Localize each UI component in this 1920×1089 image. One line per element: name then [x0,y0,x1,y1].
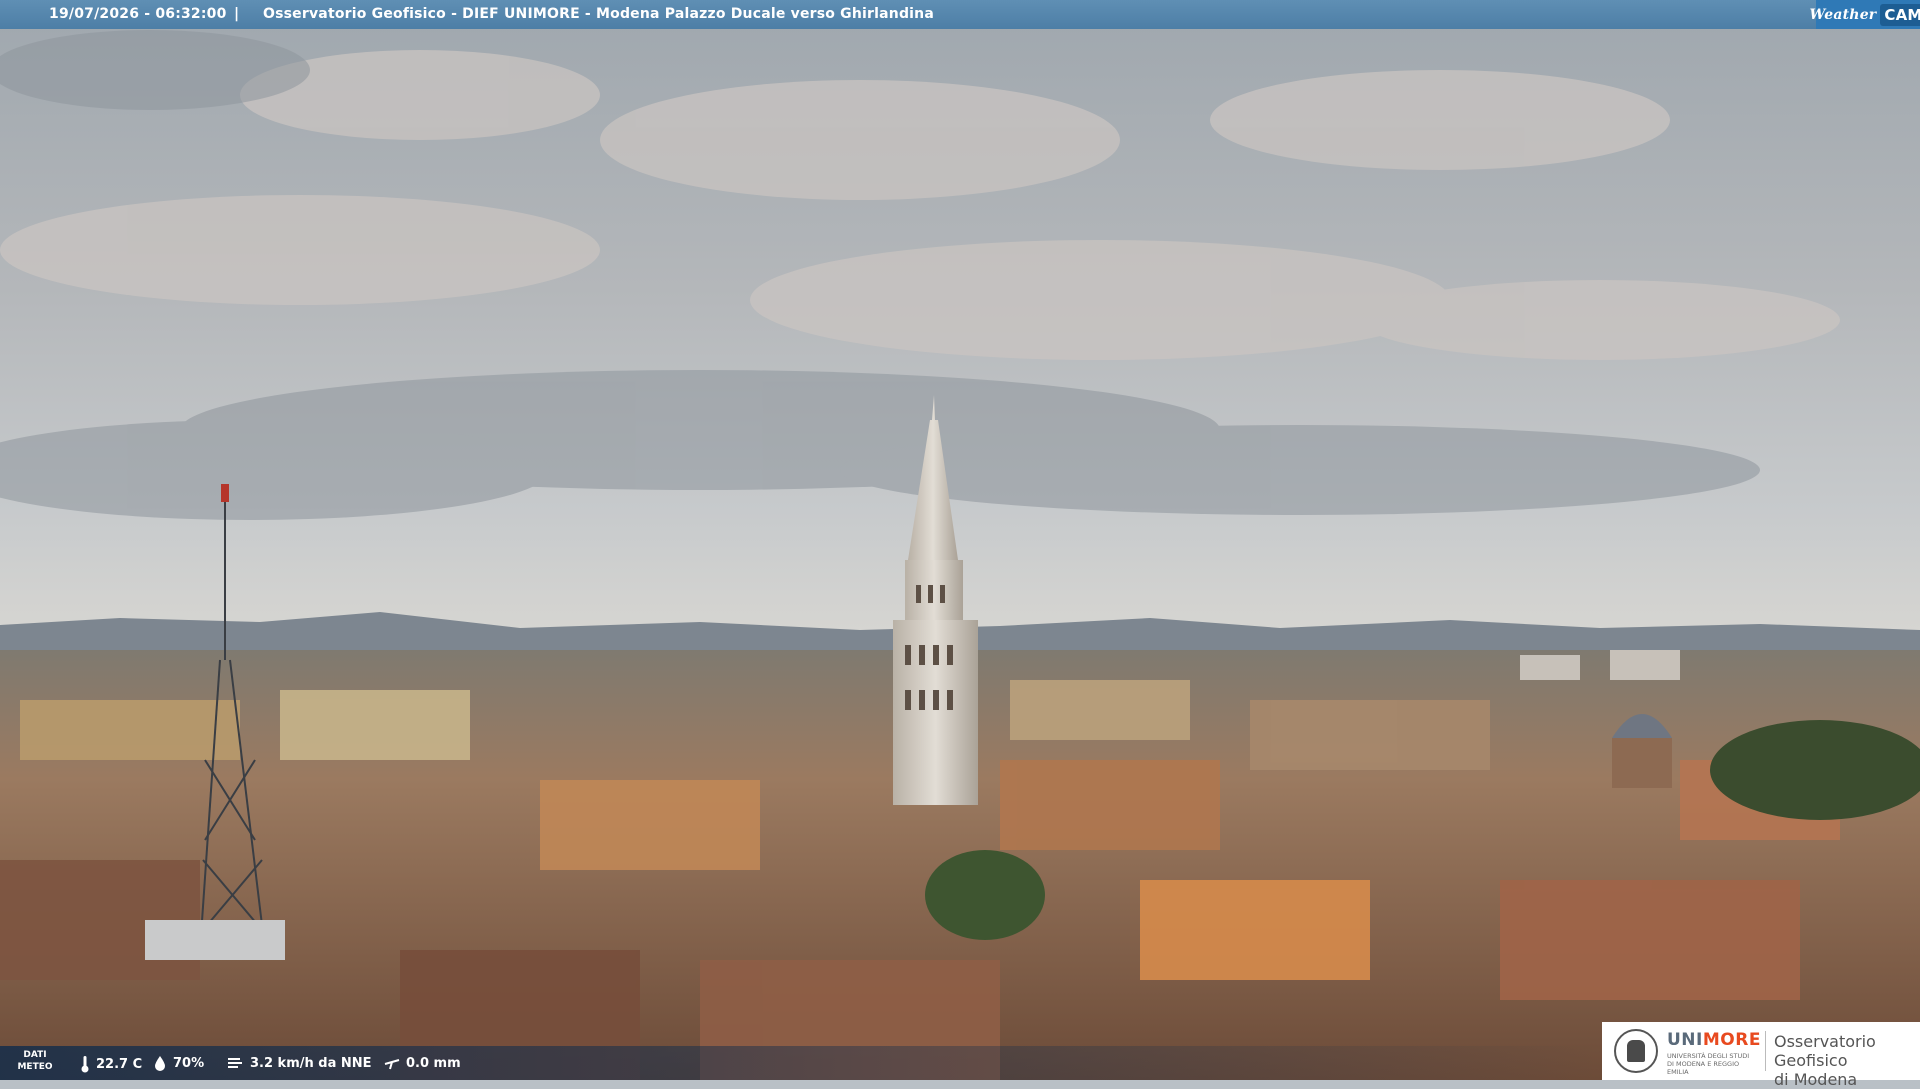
unimore-wordmark: UNIMORE [1667,1030,1761,1050]
wind-reading: 3.2 km/h da NNE [226,1055,372,1071]
weathercam-word: Weather [1809,6,1877,23]
caption-separator: | [234,6,240,22]
weathercam-cam: CAM [1880,3,1920,26]
logo-divider [1765,1031,1766,1071]
unimore-more: MORE [1702,1030,1761,1050]
university-seal-icon [1614,1029,1658,1073]
timestamp: 19/07/2026 - 06:32:00 [49,6,227,22]
rain-value: 0.0 mm [406,1055,461,1071]
humidity-reading: 70% [153,1055,204,1071]
unimore-subtitle: UNIVERSITÀ DEGLI STUDI DI MODENA E REGGI… [1667,1052,1750,1076]
camera-title: Osservatorio Geofisico - DIEF UNIMORE - … [263,6,934,22]
rain-gauge-icon [384,1059,400,1070]
weathercam-logo: Weather CAM [1809,0,1920,29]
wind-value: 3.2 km/h da NNE [250,1055,372,1071]
observatory-name: Osservatorio Geofisico di Modena [1774,1032,1920,1089]
humidity-drop-icon [155,1056,165,1071]
webcam-image [0,0,1920,1080]
top-caption-bar: 19/07/2026 - 06:32:00 | Osservatorio Geo… [0,0,1920,29]
meteo-label-line1: DATI [23,1050,47,1060]
meteo-label-line2: METEO [17,1062,53,1072]
observatory-line1: Osservatorio Geofisico [1774,1032,1876,1070]
humidity-value: 70% [173,1055,205,1071]
rain-reading: 0.0 mm [384,1055,461,1071]
meteo-data-strip: DATI METEO 22.7 C 70% 3.2 km/h da NNE 0.… [0,1046,1600,1080]
wind-icon [228,1058,242,1068]
unimore-uni: UNI [1667,1030,1703,1050]
temperature-reading: 22.7 C [80,1055,142,1073]
temperature-value: 22.7 C [96,1056,143,1072]
meteo-label: DATI METEO [12,1049,58,1073]
unimore-logo: UNIMORE UNIVERSITÀ DEGLI STUDI DI MODENA… [1602,1022,1920,1089]
thermometer-icon [81,1056,89,1073]
